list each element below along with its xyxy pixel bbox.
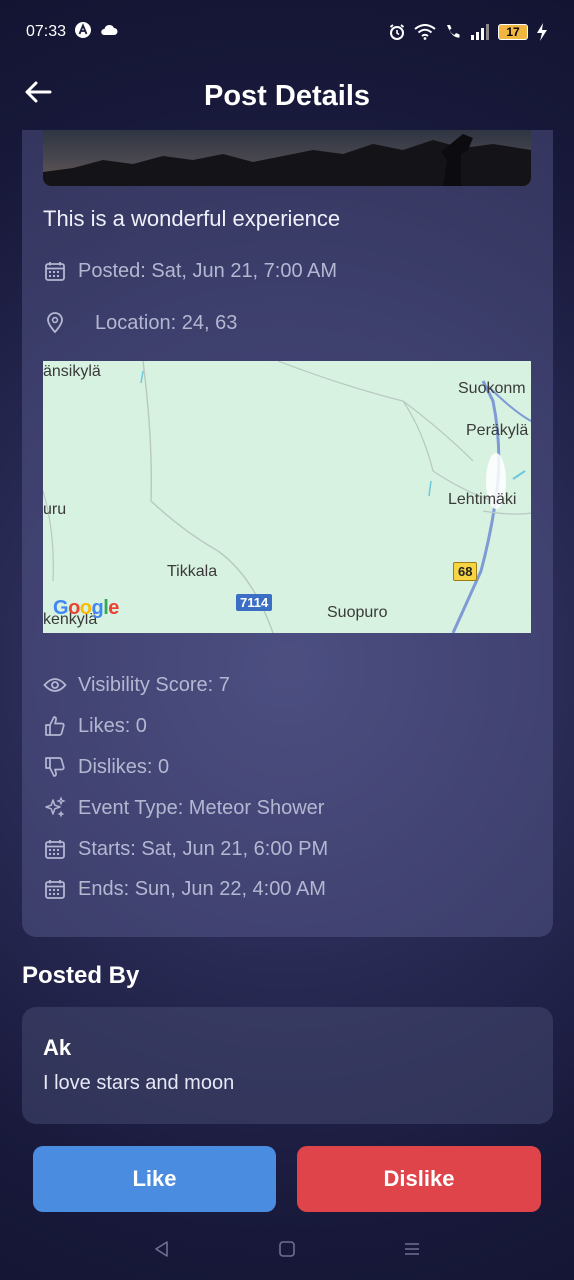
menu-lines-icon	[403, 1240, 421, 1263]
location-row: Location: 24, 63	[43, 311, 237, 335]
square-home-icon	[278, 1240, 296, 1263]
triangle-back-icon	[153, 1240, 171, 1263]
starts-row: Starts: Sat, Jun 21, 6:00 PM	[43, 837, 328, 861]
status-bar: 07:33 17	[0, 0, 574, 64]
wifi-call-icon	[444, 23, 462, 41]
post-text: This is a wonderful experience	[43, 206, 341, 231]
thumbs-up-icon	[43, 714, 67, 738]
map-label: änsikylä	[43, 363, 101, 380]
ends-row: Ends: Sun, Jun 22, 4:00 AM	[43, 877, 326, 901]
signal-icon	[470, 24, 490, 40]
location-text: Location: 24, 63	[95, 311, 238, 334]
dislikes-row: Dislikes: 0	[43, 755, 169, 779]
arrow-left-icon	[24, 80, 52, 109]
landscape-silhouette	[43, 134, 531, 186]
eye-icon	[43, 673, 67, 697]
status-right: 17	[388, 23, 548, 41]
nav-home-button[interactable]	[267, 1231, 307, 1271]
page-title: Post Details	[204, 79, 370, 112]
posted-row: Posted: Sat, Jun 21, 7:00 AM	[43, 259, 337, 283]
post-card: This is a wonderful experience Posted: S…	[22, 130, 553, 937]
ends-text: Ends: Sun, Jun 22, 4:00 AM	[78, 877, 326, 900]
map-label: Peräkylä	[466, 422, 529, 439]
battery-icon: 17	[498, 24, 528, 40]
map-label: uru	[43, 501, 67, 518]
dislikes-text: Dislikes: 0	[78, 755, 170, 778]
map-label: Tikkala	[167, 563, 218, 580]
calendar-icon	[43, 259, 67, 283]
visibility-row: Visibility Score: 7	[43, 673, 230, 697]
visibility-text: Visibility Score: 7	[78, 673, 230, 696]
thumbs-down-icon	[43, 755, 67, 779]
dislike-button[interactable]: Dislike	[297, 1146, 541, 1212]
starts-text: Starts: Sat, Jun 21, 6:00 PM	[78, 837, 329, 860]
google-logo: Google	[53, 597, 119, 619]
wifi-icon	[414, 24, 436, 40]
event-type-text: Event Type: Meteor Shower	[78, 796, 325, 819]
calendar-icon	[43, 837, 67, 861]
sparkles-icon	[43, 796, 67, 820]
post-image[interactable]	[43, 130, 531, 186]
map-pin-icon	[43, 311, 67, 335]
likes-row: Likes: 0	[43, 714, 147, 738]
likes-text: Likes: 0	[78, 714, 147, 737]
back-button[interactable]	[22, 78, 54, 110]
nav-menu-button[interactable]	[392, 1231, 432, 1271]
system-nav-bar	[0, 1222, 574, 1280]
user-card[interactable]: Ak I love stars and moon	[22, 1007, 553, 1124]
like-button[interactable]: Like	[33, 1146, 276, 1212]
road-badge: 68	[453, 562, 478, 581]
road-badge: 7114	[236, 594, 273, 611]
app-a-icon	[74, 21, 92, 44]
status-left: 07:33	[26, 21, 118, 44]
user-bio: I love stars and moon	[43, 1072, 235, 1094]
map-label: Suopuro	[327, 604, 388, 621]
status-time: 07:33	[26, 23, 67, 40]
charging-icon	[536, 23, 548, 41]
nav-back-button[interactable]	[142, 1231, 182, 1271]
app-header: Post Details	[0, 64, 574, 128]
posted-by-title: Posted By	[22, 962, 140, 989]
posted-text: Posted: Sat, Jun 21, 7:00 AM	[78, 259, 338, 282]
location-map[interactable]: änsikylä Suokonm Peräkylä uru Lehtimäki …	[43, 361, 531, 633]
calendar-icon	[43, 877, 67, 901]
alarm-icon	[388, 23, 406, 41]
cloud-icon	[100, 23, 118, 41]
user-name: Ak	[43, 1035, 72, 1060]
event-type-row: Event Type: Meteor Shower	[43, 796, 324, 820]
map-label: Suokonm	[458, 380, 526, 397]
map-label: Lehtimäki	[448, 491, 517, 508]
